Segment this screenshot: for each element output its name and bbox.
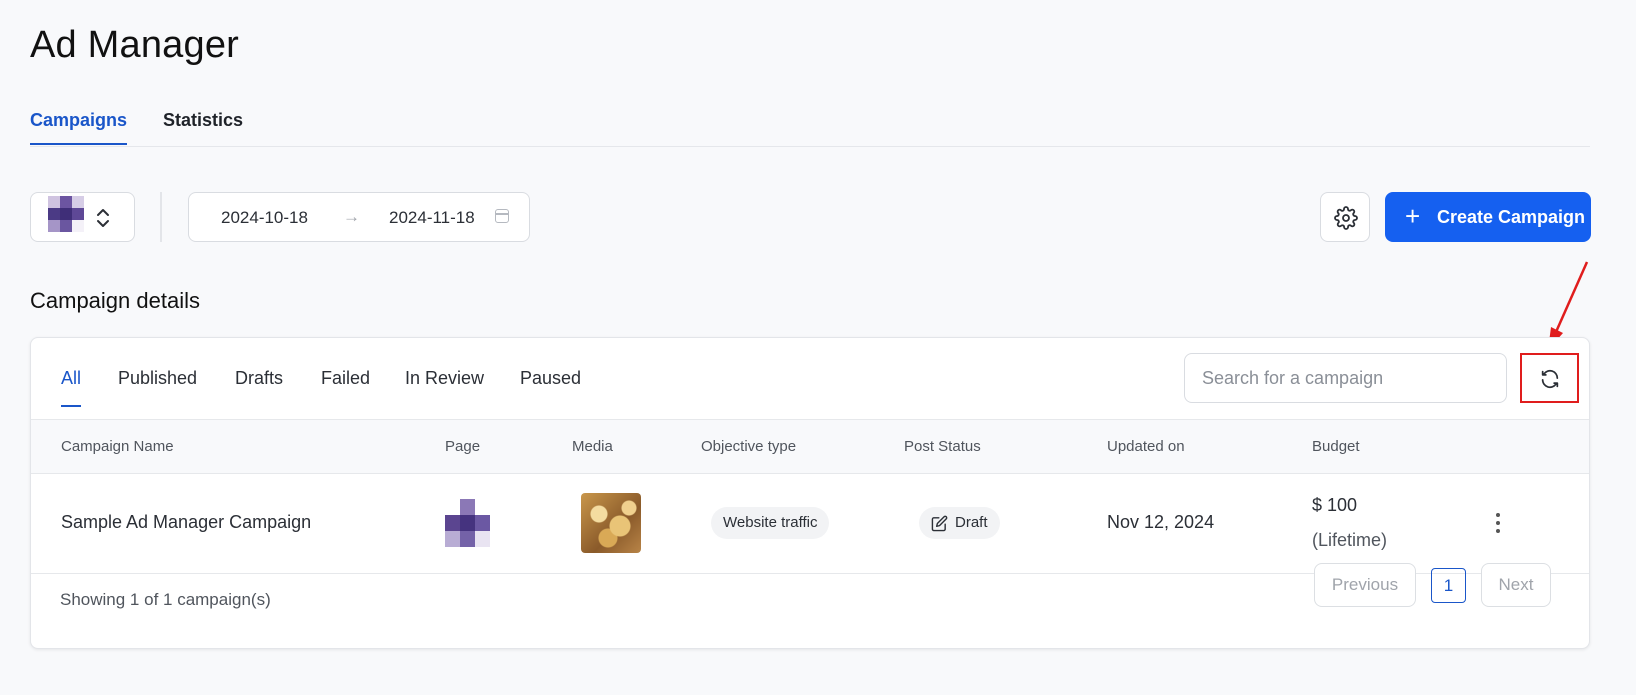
objective-label: Website traffic: [723, 514, 818, 531]
settings-button[interactable]: [1320, 192, 1370, 242]
refresh-icon: [1541, 369, 1559, 389]
table-row[interactable]: Sample Ad Manager Campaign Website traff…: [31, 473, 1589, 574]
filter-tab-published[interactable]: Published: [118, 368, 197, 389]
campaign-name[interactable]: Sample Ad Manager Campaign: [61, 512, 311, 533]
kebab-icon: [1496, 513, 1500, 517]
campaign-card: All Published Drafts Failed In Review Pa…: [30, 337, 1590, 649]
plus-icon: +: [1405, 201, 1421, 231]
page-selector[interactable]: [30, 192, 135, 242]
arrow-right-icon: →: [343, 207, 360, 226]
page-avatar: [48, 196, 84, 232]
chevron-up-down-icon: [97, 209, 109, 227]
create-campaign-button[interactable]: + Create Campaign: [1385, 192, 1591, 242]
filter-tab-in-review[interactable]: In Review: [405, 368, 484, 389]
page-avatar: [445, 499, 490, 547]
filter-tab-paused[interactable]: Paused: [520, 368, 581, 389]
header-budget[interactable]: Budget: [1312, 438, 1360, 455]
objective-pill: Website traffic: [711, 507, 830, 539]
next-button[interactable]: Next: [1481, 563, 1551, 607]
filter-tab-failed[interactable]: Failed: [321, 368, 370, 389]
header-post-status[interactable]: Post Status: [904, 438, 981, 455]
date-start[interactable]: 2024-10-18: [221, 208, 308, 228]
filter-tab-drafts[interactable]: Drafts: [235, 368, 283, 389]
previous-button[interactable]: Previous: [1314, 563, 1416, 607]
gear-icon: [1334, 206, 1358, 230]
date-end[interactable]: 2024-11-18: [389, 208, 475, 228]
calendar-icon: [495, 209, 509, 223]
tab-campaigns[interactable]: Campaigns: [30, 110, 128, 145]
section-title: Campaign details: [30, 288, 200, 313]
header-page[interactable]: Page: [445, 438, 480, 455]
updated-date: Nov 12, 2024: [1107, 512, 1215, 532]
edit-icon: [931, 515, 948, 532]
status-label: Draft: [955, 514, 988, 531]
header-updated-on[interactable]: Updated on: [1107, 438, 1185, 455]
status-badge: Draft: [919, 507, 1000, 539]
toolbar-divider: [160, 192, 162, 242]
page-title: Ad Manager: [30, 24, 240, 66]
budget-period: (Lifetime): [1312, 530, 1388, 550]
date-range-picker[interactable]: 2024-10-18 → 2024-11-18: [188, 192, 530, 242]
search-input[interactable]: [1184, 353, 1507, 403]
row-menu-button[interactable]: [1488, 509, 1508, 537]
header-campaign-name[interactable]: Campaign Name: [61, 438, 174, 455]
create-campaign-label: Create Campaign: [1437, 207, 1586, 227]
header-media[interactable]: Media: [572, 438, 613, 455]
media-thumbnail[interactable]: [581, 493, 641, 553]
header-objective-type[interactable]: Objective type: [701, 438, 796, 455]
tab-statistics[interactable]: Statistics: [163, 110, 243, 131]
page-number-button[interactable]: 1: [1431, 568, 1466, 603]
budget-amount: $ 100: [1312, 495, 1358, 515]
filter-tab-all[interactable]: All: [61, 368, 82, 407]
main-tabs: Campaigns Statistics: [30, 104, 1590, 147]
table-header: Campaign Name Page Media Objective type …: [31, 419, 1589, 474]
refresh-button[interactable]: [1520, 353, 1579, 403]
pagination-summary: Showing 1 of 1 campaign(s): [60, 590, 271, 609]
